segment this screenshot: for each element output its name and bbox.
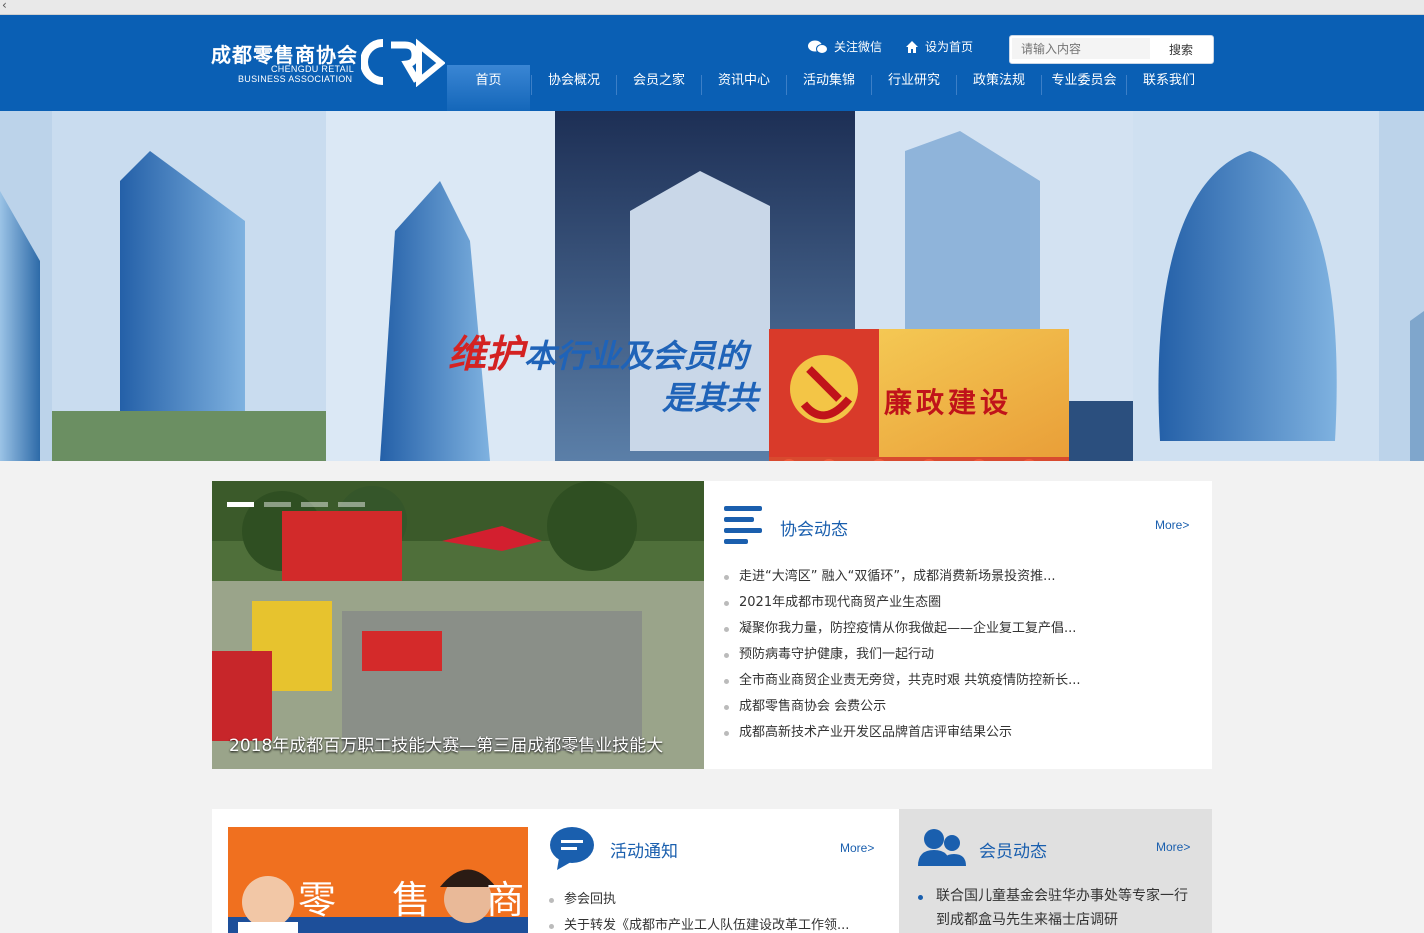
featured-slide-indicator-3[interactable]: [301, 502, 328, 507]
search-button[interactable]: 搜索: [1152, 38, 1210, 61]
activity-notice-item[interactable]: 关于转发《成都市产业工人队伍建设改革工作领...: [548, 913, 849, 933]
association-news-item[interactable]: 预防病毒守护健康，我们一起行动: [723, 642, 1081, 668]
association-news-item[interactable]: 2021年成都市现代商贸产业生态圈: [723, 590, 1081, 616]
wechat-link[interactable]: 关注微信: [808, 38, 882, 55]
integrity-inset-image[interactable]: 廉政建设: [769, 329, 1069, 461]
site-logo[interactable]: 成都零售商协会 CHENGDU RETAIL BUSINESS ASSOCIAT…: [211, 37, 445, 87]
activity-notice-item[interactable]: 参会回执: [548, 887, 849, 913]
wechat-icon: [808, 40, 828, 54]
association-news-item[interactable]: 全市商业商贸企业责无旁贷，共克时艰 共筑疫情防控新长...: [723, 668, 1081, 694]
association-news-item[interactable]: 走进“大湾区” 融入“双循环”，成都消费新场景投资推...: [723, 564, 1081, 590]
association-news-item[interactable]: 凝聚你我力量，防控疫情从你我做起——企业复工复产倡...: [723, 616, 1081, 642]
set-homepage-link[interactable]: 设为首页: [905, 38, 973, 55]
featured-slide-indicator-2[interactable]: [264, 502, 291, 507]
site-header: 成都零售商协会 CHENGDU RETAIL BUSINESS ASSOCIAT…: [0, 15, 1424, 122]
banner-slogan-line2: 是其共: [662, 379, 759, 417]
integrity-title: 廉政建设: [884, 386, 1013, 419]
member-news-list: 联合国儿童基金会驻华办事处等专家一行 到成都盒马先生来福士店调研: [917, 884, 1188, 932]
association-news-list: 走进“大湾区” 融入“双循环”，成都消费新场景投资推... 2021年成都市现代…: [723, 564, 1081, 746]
banner-slogan-blue: 本行业及会员的: [524, 337, 749, 375]
wechat-label: 关注微信: [834, 40, 883, 54]
speech-bubble-icon: [550, 827, 594, 870]
association-news-panel: 协会动态 More> 走进“大湾区” 融入“双循环”，成都消费新场景投资推...…: [704, 481, 1212, 769]
crba-logo-mark-icon: [361, 38, 445, 87]
member-news-more-link[interactable]: More>: [1156, 840, 1190, 854]
activity-photo[interactable]: 零 售 商 协: [228, 827, 528, 933]
homepage-label: 设为首页: [925, 40, 974, 54]
list-lines-icon: [724, 506, 762, 544]
featured-news-caption[interactable]: 2018年成都百万职工技能大赛—第三届成都零售业技能大: [229, 731, 663, 756]
activity-notice-list: 参会回执 关于转发《成都市产业工人队伍建设改革工作领...: [548, 887, 849, 933]
banner-slogan-line1: 维护本行业及会员的: [448, 323, 748, 378]
logo-english-line2: BUSINESS ASSOCIATION: [238, 74, 353, 84]
back-chevron-icon[interactable]: ‹: [2, 0, 7, 12]
activity-photo-text: 零 售 商 协: [298, 878, 528, 922]
association-news-title: 协会动态: [780, 520, 848, 540]
featured-slide-indicator-4[interactable]: [338, 502, 365, 507]
members-icon: [918, 829, 966, 866]
featured-news-carousel[interactable]: 2018年成都百万职工技能大赛—第三届成都零售业技能大: [212, 481, 704, 769]
featured-slide-indicator-1[interactable]: [227, 502, 254, 507]
member-news-item[interactable]: 联合国儿童基金会驻华办事处等专家一行: [917, 884, 1188, 908]
featured-slide-indicators: [227, 492, 375, 511]
association-news-item[interactable]: 成都高新技术产业开发区品牌首店评审结果公示: [723, 720, 1081, 746]
activity-notice-title: 活动通知: [610, 842, 678, 862]
search-input[interactable]: [1012, 38, 1150, 59]
member-news-section: 会员动态 More> 联合国儿童基金会驻华办事处等专家一行 到成都盒马先生来福士…: [899, 809, 1212, 933]
featured-event-photo: [212, 481, 704, 769]
activity-notice-more-link[interactable]: More>: [840, 841, 874, 855]
association-news-more-link[interactable]: More>: [1155, 518, 1189, 532]
association-news-item[interactable]: 成都零售商协会 会费公示: [723, 694, 1081, 720]
member-news-title: 会员动态: [979, 842, 1047, 862]
hero-banner[interactable]: 维护本行业及会员的 是其共 廉政建设: [0, 111, 1424, 461]
logo-english-line1: CHENGDU RETAIL: [271, 64, 355, 74]
member-news-item-continued[interactable]: 到成都盒马先生来福士店调研: [917, 908, 1188, 932]
home-icon: [906, 40, 918, 53]
banner-slogan-red: 维护: [448, 331, 525, 376]
browser-top-strip: ‹: [0, 0, 1424, 15]
activity-notice-section: 零 售 商 协 活动通知 More> 参会回执 关于转发《成都市产业工人队伍建设…: [212, 809, 899, 933]
search-box: 搜索: [1009, 35, 1214, 64]
